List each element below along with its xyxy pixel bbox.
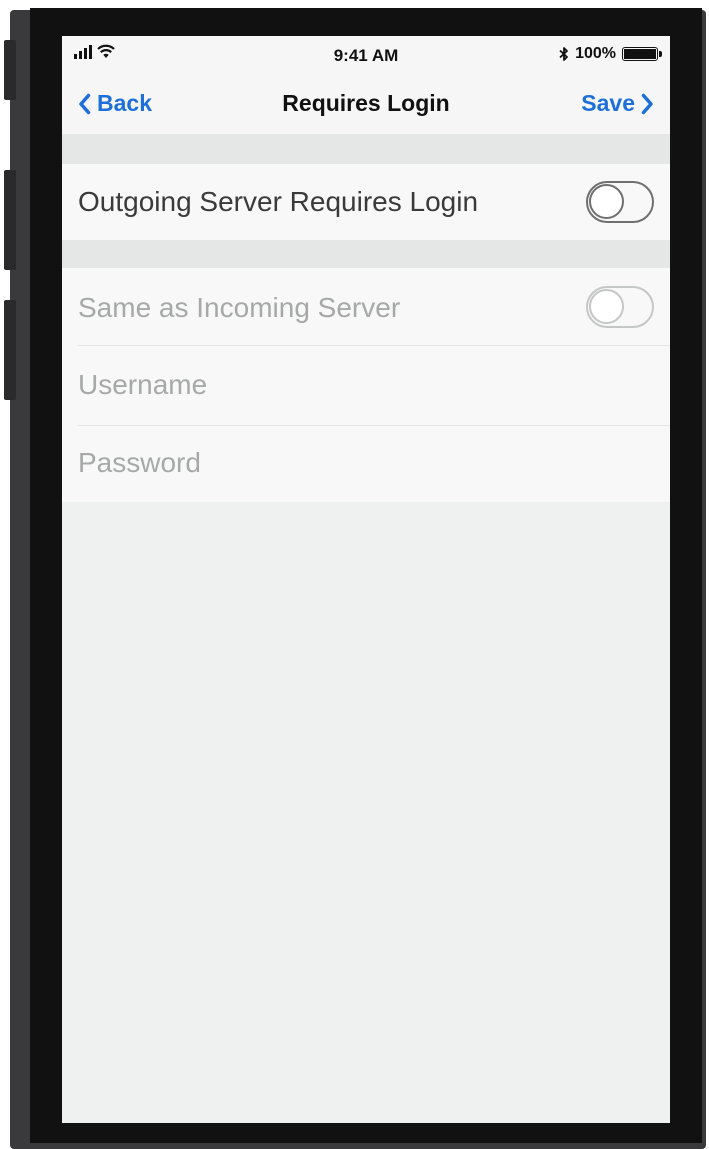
section-spacer (62, 134, 670, 164)
mute-switch (4, 40, 16, 100)
password-row (62, 426, 670, 502)
toggle-knob (589, 289, 624, 324)
empty-content-area (62, 502, 670, 1123)
battery-percent: 100% (575, 45, 616, 62)
phone-screen: 9:41 AM 100% Back Requires Login Save Ou… (62, 36, 670, 1123)
status-bar: 9:41 AM 100% (62, 36, 670, 74)
chevron-right-icon (641, 93, 653, 114)
page-title: Requires Login (282, 90, 450, 116)
username-field[interactable] (78, 368, 648, 402)
battery-icon (622, 47, 662, 61)
same-as-incoming-row: Same as Incoming Server (62, 268, 670, 346)
bluetooth-icon (559, 47, 568, 61)
volume-down-button (4, 300, 16, 400)
save-button[interactable]: Save (581, 90, 654, 117)
battery-fill (624, 49, 656, 59)
username-row (62, 346, 670, 426)
outgoing-requires-login-toggle[interactable] (586, 181, 654, 223)
password-field[interactable] (78, 446, 648, 480)
status-right: 100% (559, 45, 662, 63)
chevron-left-icon (79, 93, 91, 114)
navigation-bar: Back Requires Login Save (62, 74, 670, 134)
back-label: Back (97, 90, 152, 116)
back-button[interactable]: Back (78, 90, 152, 117)
section-spacer (62, 240, 670, 268)
outgoing-requires-login-label: Outgoing Server Requires Login (78, 186, 479, 217)
toggle-knob (589, 184, 624, 219)
battery-tip (659, 51, 662, 57)
volume-up-button (4, 170, 16, 270)
save-label: Save (581, 90, 635, 116)
same-as-incoming-toggle[interactable] (586, 286, 654, 328)
same-as-incoming-label: Same as Incoming Server (78, 292, 401, 323)
outgoing-requires-login-row: Outgoing Server Requires Login (62, 164, 670, 240)
